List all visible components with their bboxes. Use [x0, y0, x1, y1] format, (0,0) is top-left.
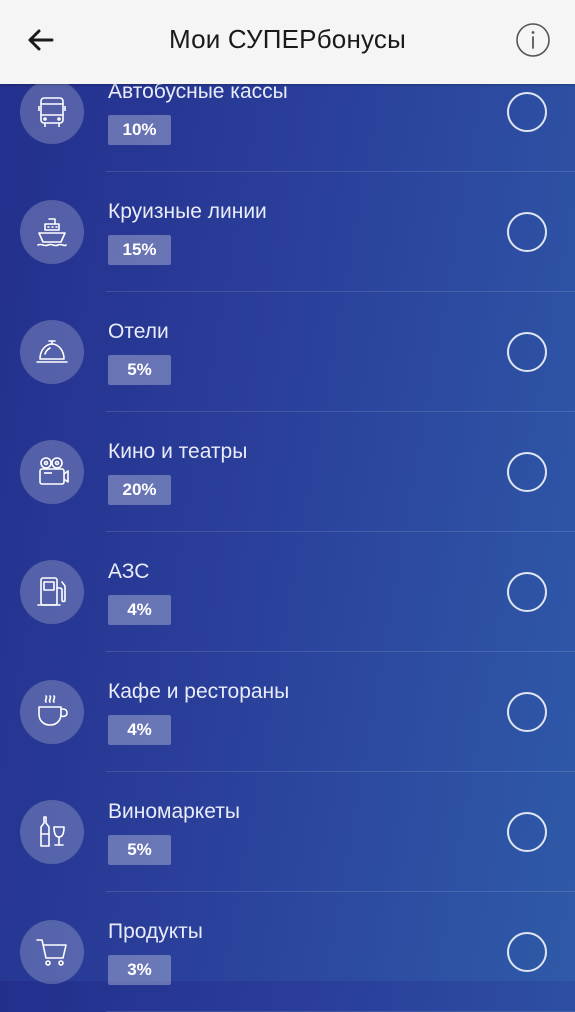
info-button[interactable] — [514, 22, 552, 63]
film-camera-icon — [20, 440, 84, 504]
select-radio[interactable] — [507, 812, 547, 852]
category-name: Кафе и рестораны — [108, 680, 290, 703]
fuel-pump-icon — [20, 560, 84, 624]
select-radio[interactable] — [507, 332, 547, 372]
percent-badge: 4% — [108, 595, 171, 625]
category-name: Круизные линии — [108, 200, 267, 223]
wine-icon — [20, 800, 84, 864]
select-radio[interactable] — [507, 572, 547, 612]
category-name: Продукты — [108, 920, 203, 943]
select-radio[interactable] — [507, 92, 547, 132]
category-list: Автобусные кассы 10% Круизные линии 15% — [0, 52, 575, 1012]
list-item[interactable]: Кино и театры 20% — [0, 412, 575, 532]
list-item[interactable]: Круизные линии 15% — [0, 172, 575, 292]
category-name: АЗС — [108, 560, 150, 583]
coffee-cup-icon — [20, 680, 84, 744]
ship-icon — [20, 200, 84, 264]
category-name: Отели — [108, 320, 169, 343]
percent-badge: 5% — [108, 835, 171, 865]
shopping-cart-icon — [20, 920, 84, 984]
percent-badge: 15% — [108, 235, 171, 265]
bell-icon — [20, 320, 84, 384]
select-radio[interactable] — [507, 452, 547, 492]
select-radio[interactable] — [507, 692, 547, 732]
list-item[interactable]: АЗС 4% — [0, 532, 575, 652]
list-item[interactable]: Продукты 3% — [0, 892, 575, 1012]
page-title: Мои СУПЕРбонусы — [168, 24, 407, 54]
list-item[interactable]: Отели 5% — [0, 292, 575, 412]
category-name: Виномаркеты — [108, 800, 240, 823]
percent-badge: 10% — [108, 115, 171, 145]
percent-badge: 20% — [108, 475, 171, 505]
list-item[interactable]: Кафе и рестораны 4% — [0, 652, 575, 772]
list-item[interactable]: Виномаркеты 5% — [0, 772, 575, 892]
info-icon — [515, 22, 551, 63]
category-name: Кино и театры — [108, 440, 248, 463]
percent-badge: 5% — [108, 355, 171, 385]
bus-icon — [20, 80, 84, 144]
select-radio[interactable] — [507, 932, 547, 972]
app-header: Мои СУПЕРбонусы — [0, 0, 575, 84]
select-radio[interactable] — [507, 212, 547, 252]
percent-badge: 4% — [108, 715, 171, 745]
